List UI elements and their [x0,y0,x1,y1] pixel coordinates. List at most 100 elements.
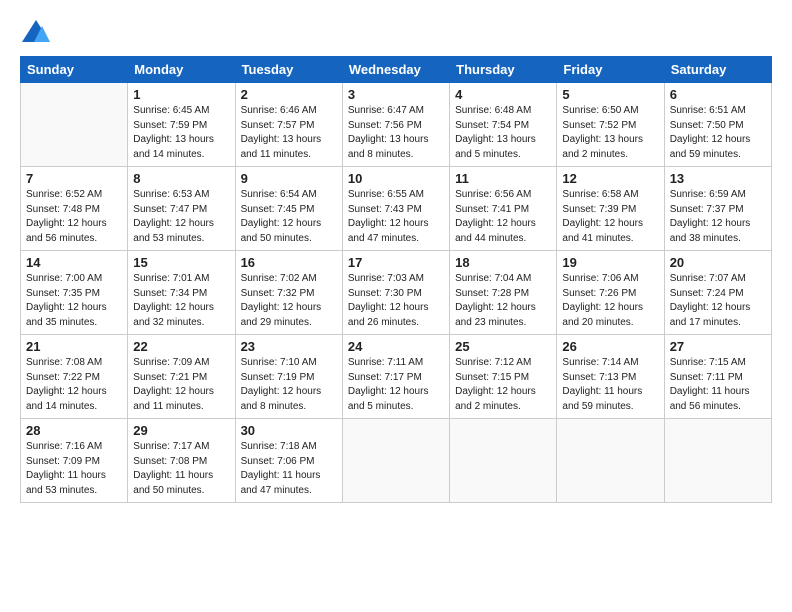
day-number: 11 [455,171,551,186]
day-number: 7 [26,171,122,186]
calendar-cell: 24 Sunrise: 7:11 AMSunset: 7:17 PMDayligh… [342,335,449,419]
weekday-header-wednesday: Wednesday [342,57,449,83]
day-number: 22 [133,339,229,354]
day-number: 28 [26,423,122,438]
cell-details: Sunrise: 7:10 AMSunset: 7:19 PMDaylight:… [241,356,337,414]
weekday-header-thursday: Thursday [450,57,557,83]
day-number: 12 [562,171,658,186]
day-number: 13 [670,171,766,186]
calendar-cell: 28 Sunrise: 7:16 AMSunset: 7:09 PMDayligh… [21,419,128,503]
calendar-cell: 13Sunrise: 6:59 AMSunset: 7:37 PMDayligh… [664,167,771,251]
weekday-header-row: SundayMondayTuesdayWednesdayThursdayFrid… [21,57,772,83]
calendar-cell: 15 Sunrise: 7:01 AMSunset: 7:34 PMDayligh… [128,251,235,335]
week-row-1: 1 Sunrise: 6:45 AMSunset: 7:59 PMDaylight… [21,83,772,167]
cell-details: Sunrise: 7:00 AMSunset: 7:35 PMDaylight:… [26,272,122,330]
day-number: 2 [241,87,337,102]
calendar-cell [557,419,664,503]
day-number: 30 [241,423,337,438]
calendar-cell: 6 Sunrise: 6:51 AMSunset: 7:50 PMDaylight… [664,83,771,167]
calendar-cell: 17 Sunrise: 7:03 AMSunset: 7:30 PMDayligh… [342,251,449,335]
day-number: 6 [670,87,766,102]
calendar-cell: 25 Sunrise: 7:12 AMSunset: 7:15 PMDayligh… [450,335,557,419]
cell-details: Sunrise: 6:45 AMSunset: 7:59 PMDaylight:… [133,104,229,162]
calendar: SundayMondayTuesdayWednesdayThursdayFrid… [20,56,772,503]
cell-details: Sunrise: 7:09 AMSunset: 7:21 PMDaylight:… [133,356,229,414]
cell-details: Sunrise: 7:11 AMSunset: 7:17 PMDaylight:… [348,356,444,414]
calendar-cell: 2 Sunrise: 6:46 AMSunset: 7:57 PMDaylight… [235,83,342,167]
calendar-cell: 21 Sunrise: 7:08 AMSunset: 7:22 PMDayligh… [21,335,128,419]
calendar-cell: 30Sunrise: 7:18 AMSunset: 7:06 PMDayligh… [235,419,342,503]
day-number: 17 [348,255,444,270]
day-number: 24 [348,339,444,354]
cell-details: Sunrise: 7:03 AMSunset: 7:30 PMDaylight:… [348,272,444,330]
cell-details: Sunrise: 7:08 AMSunset: 7:22 PMDaylight:… [26,356,122,414]
day-number: 15 [133,255,229,270]
cell-details: Sunrise: 6:58 AMSunset: 7:39 PMDaylight:… [562,188,658,246]
cell-details: Sunrise: 7:04 AMSunset: 7:28 PMDaylight:… [455,272,551,330]
weekday-header-saturday: Saturday [664,57,771,83]
cell-details: Sunrise: 6:53 AMSunset: 7:47 PMDaylight:… [133,188,229,246]
calendar-cell: 4 Sunrise: 6:48 AMSunset: 7:54 PMDaylight… [450,83,557,167]
calendar-cell [21,83,128,167]
day-number: 21 [26,339,122,354]
weekday-header-sunday: Sunday [21,57,128,83]
weekday-header-monday: Monday [128,57,235,83]
cell-details: Sunrise: 7:02 AMSunset: 7:32 PMDaylight:… [241,272,337,330]
day-number: 10 [348,171,444,186]
calendar-cell: 27 Sunrise: 7:15 AMSunset: 7:11 PMDayligh… [664,335,771,419]
day-number: 4 [455,87,551,102]
day-number: 27 [670,339,766,354]
calendar-cell: 1 Sunrise: 6:45 AMSunset: 7:59 PMDaylight… [128,83,235,167]
logo-icon [20,18,52,46]
calendar-cell: 12 Sunrise: 6:58 AMSunset: 7:39 PMDayligh… [557,167,664,251]
calendar-cell: 29Sunrise: 7:17 AMSunset: 7:08 PMDayligh… [128,419,235,503]
cell-details: Sunrise: 7:15 AMSunset: 7:11 PMDaylight:… [670,356,766,414]
week-row-4: 21 Sunrise: 7:08 AMSunset: 7:22 PMDayligh… [21,335,772,419]
calendar-cell: 11 Sunrise: 6:56 AMSunset: 7:41 PMDayligh… [450,167,557,251]
calendar-cell: 26Sunrise: 7:14 AMSunset: 7:13 PMDayligh… [557,335,664,419]
calendar-cell [342,419,449,503]
day-number: 14 [26,255,122,270]
weekday-header-friday: Friday [557,57,664,83]
week-row-5: 28 Sunrise: 7:16 AMSunset: 7:09 PMDayligh… [21,419,772,503]
cell-details: Sunrise: 7:01 AMSunset: 7:34 PMDaylight:… [133,272,229,330]
day-number: 29 [133,423,229,438]
calendar-cell [450,419,557,503]
calendar-cell: 10 Sunrise: 6:55 AMSunset: 7:43 PMDayligh… [342,167,449,251]
cell-details: Sunrise: 6:52 AMSunset: 7:48 PMDaylight:… [26,188,122,246]
cell-details: Sunrise: 6:55 AMSunset: 7:43 PMDaylight:… [348,188,444,246]
calendar-cell: 3 Sunrise: 6:47 AMSunset: 7:56 PMDaylight… [342,83,449,167]
cell-details: Sunrise: 7:06 AMSunset: 7:26 PMDaylight:… [562,272,658,330]
day-number: 8 [133,171,229,186]
calendar-cell: 7 Sunrise: 6:52 AMSunset: 7:48 PMDaylight… [21,167,128,251]
cell-details: Sunrise: 6:48 AMSunset: 7:54 PMDaylight:… [455,104,551,162]
calendar-cell: 18Sunrise: 7:04 AMSunset: 7:28 PMDayligh… [450,251,557,335]
cell-details: Sunrise: 6:56 AMSunset: 7:41 PMDaylight:… [455,188,551,246]
cell-details: Sunrise: 7:16 AMSunset: 7:09 PMDaylight:… [26,440,122,498]
logo [20,18,54,46]
cell-details: Sunrise: 6:47 AMSunset: 7:56 PMDaylight:… [348,104,444,162]
day-number: 16 [241,255,337,270]
weekday-header-tuesday: Tuesday [235,57,342,83]
cell-details: Sunrise: 6:46 AMSunset: 7:57 PMDaylight:… [241,104,337,162]
cell-details: Sunrise: 6:51 AMSunset: 7:50 PMDaylight:… [670,104,766,162]
day-number: 19 [562,255,658,270]
cell-details: Sunrise: 6:50 AMSunset: 7:52 PMDaylight:… [562,104,658,162]
day-number: 23 [241,339,337,354]
week-row-3: 14 Sunrise: 7:00 AMSunset: 7:35 PMDayligh… [21,251,772,335]
calendar-cell: 23 Sunrise: 7:10 AMSunset: 7:19 PMDayligh… [235,335,342,419]
day-number: 3 [348,87,444,102]
calendar-cell: 19 Sunrise: 7:06 AMSunset: 7:26 PMDayligh… [557,251,664,335]
calendar-cell: 16 Sunrise: 7:02 AMSunset: 7:32 PMDayligh… [235,251,342,335]
day-number: 25 [455,339,551,354]
calendar-cell: 5Sunrise: 6:50 AMSunset: 7:52 PMDaylight… [557,83,664,167]
calendar-cell: 9Sunrise: 6:54 AMSunset: 7:45 PMDaylight… [235,167,342,251]
day-number: 1 [133,87,229,102]
calendar-cell: 8 Sunrise: 6:53 AMSunset: 7:47 PMDaylight… [128,167,235,251]
cell-details: Sunrise: 7:12 AMSunset: 7:15 PMDaylight:… [455,356,551,414]
calendar-cell: 20 Sunrise: 7:07 AMSunset: 7:24 PMDayligh… [664,251,771,335]
cell-details: Sunrise: 7:07 AMSunset: 7:24 PMDaylight:… [670,272,766,330]
day-number: 26 [562,339,658,354]
day-number: 20 [670,255,766,270]
week-row-2: 7 Sunrise: 6:52 AMSunset: 7:48 PMDaylight… [21,167,772,251]
